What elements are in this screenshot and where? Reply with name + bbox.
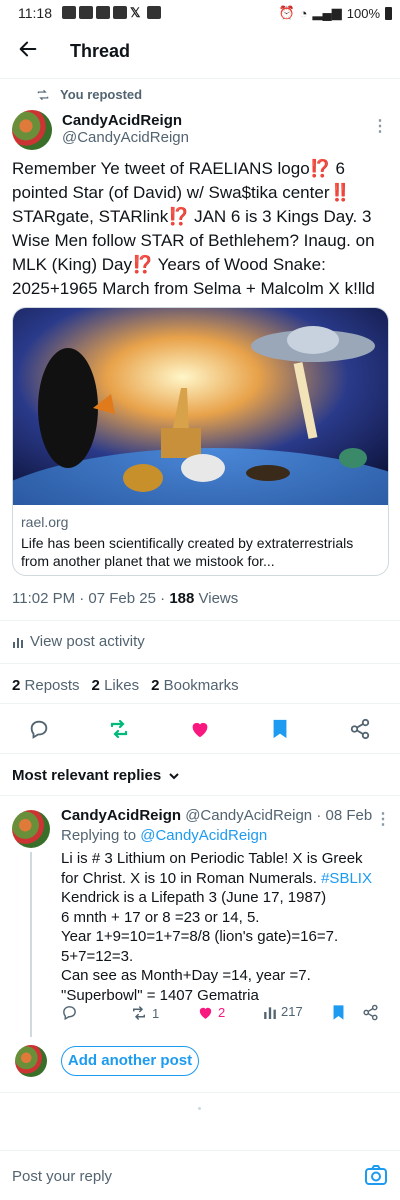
status-time: 11:18 [18, 5, 52, 21]
reply-icon[interactable] [27, 717, 51, 741]
views-count: 188 [169, 590, 195, 607]
view-post-activity[interactable]: View post activity [12, 633, 145, 650]
x-logo-icon: 𝕏 [130, 5, 141, 20]
bookmarks-stat[interactable]: 2 Bookmarks [151, 677, 239, 694]
repost-icon[interactable] [107, 717, 131, 741]
reply-input[interactable]: Post your reply [12, 1168, 112, 1185]
reply-repost-count: 1 [152, 1005, 160, 1021]
views-label: Views [194, 590, 239, 607]
hashtag-link[interactable]: #SBLIX [321, 870, 372, 887]
repost-label: You reposted [60, 87, 143, 102]
reply-author-name[interactable]: CandyAcidReign [61, 807, 181, 824]
status-bar: 11:18 𝕏 ⏰ ◔ ▂▄▆ 100% [0, 0, 400, 26]
camera-icon[interactable] [364, 1163, 388, 1187]
reply-repost-button[interactable]: 1 [130, 1004, 159, 1022]
youtube-icon [96, 6, 110, 19]
alarm-icon: ⏰ [278, 5, 295, 20]
post-text: Remember Ye tweet of RAELIANS logo⁉️ 6 p… [12, 159, 375, 298]
repost-indicator: You reposted [36, 87, 142, 102]
link-card[interactable]: rael.org Life has been scientifically cr… [12, 307, 389, 576]
share-icon[interactable] [348, 717, 372, 741]
divider [0, 703, 400, 704]
reply-like-count: 2 [218, 1005, 226, 1020]
divider [0, 663, 400, 664]
reply-author-handle[interactable]: @CandyAcidReign · 08 Feb [185, 807, 372, 824]
replies-sort-dropdown[interactable]: Most relevant replies [12, 767, 181, 784]
page-title: Thread [70, 41, 131, 61]
like-icon[interactable] [188, 717, 212, 741]
reply-action-bar: 1 2 217 [0, 1004, 400, 1026]
signal-icon: ▂▄▆ [312, 5, 342, 20]
post-timestamp: 11:02 PM · 07 Feb 25 · 188 Views [12, 590, 238, 607]
loading-dot [198, 1107, 201, 1110]
wifi-icon: ◔ [299, 5, 308, 21]
youtube-icon [147, 6, 161, 19]
share-icon [363, 1004, 378, 1021]
divider [0, 1150, 400, 1151]
reply-reply-button[interactable] [61, 1004, 78, 1021]
engagement-stats: 2 Reposts 2 Likes 2 Bookmarks [12, 677, 239, 694]
my-avatar[interactable] [15, 1045, 47, 1077]
top-bar: Thread [0, 26, 400, 78]
battery-icon [385, 6, 392, 20]
view-activity-label: View post activity [30, 633, 145, 650]
reply-bookmark-button[interactable] [331, 1004, 346, 1021]
author-name[interactable]: CandyAcidReign [62, 112, 182, 129]
reply-more-options-icon[interactable]: ⋮ [375, 809, 391, 829]
divider [0, 753, 400, 754]
reply-header: CandyAcidReign @CandyAcidReign · 08 Feb [61, 807, 372, 824]
timestamp: 11:02 PM · 07 Feb 25 · [12, 590, 170, 607]
action-bar [0, 717, 400, 743]
bookmark-icon[interactable] [268, 717, 292, 741]
card-description: Life has been scientifically created by … [21, 535, 354, 569]
more-options-icon[interactable]: ⋮ [372, 116, 388, 136]
card-domain: rael.org [21, 514, 69, 530]
youtube-icon [79, 6, 93, 19]
chevron-down-icon [169, 772, 179, 779]
notification-icons: 𝕏 [62, 6, 161, 19]
repost-icon [37, 89, 49, 100]
like-icon [199, 1007, 212, 1019]
reply-text: Li is # 3 Lithium on Periodic Table! X i… [61, 850, 372, 1004]
replying-to: Replying to @CandyAcidReign [61, 827, 268, 844]
replying-to-link[interactable]: @CandyAcidReign [140, 827, 267, 844]
author-handle[interactable]: @CandyAcidReign [62, 129, 189, 146]
card-image [13, 308, 388, 505]
repost-icon [133, 1006, 145, 1020]
divider [0, 78, 400, 79]
analytics-icon [13, 637, 23, 648]
divider [0, 1092, 400, 1093]
reply-views-button[interactable]: 217 [263, 1004, 303, 1019]
replies-sort-label: Most relevant replies [12, 767, 162, 784]
likes-stat[interactable]: 2 Likes [92, 677, 140, 694]
reply-icon [63, 1006, 76, 1021]
back-arrow-icon[interactable] [14, 38, 42, 66]
add-another-post-button[interactable]: Add another post [61, 1046, 199, 1076]
divider [0, 620, 400, 621]
battery-level: 100% [346, 5, 380, 21]
bookmark-icon [333, 1005, 344, 1020]
system-icons: ⏰ ◔ ▂▄▆ 100% [278, 5, 392, 21]
reply-share-button[interactable] [362, 1004, 379, 1021]
divider [0, 795, 400, 796]
reply-avatar[interactable] [12, 810, 50, 848]
analytics-icon [264, 1006, 276, 1019]
reply-views-count: 217 [281, 1004, 303, 1019]
reposts-stat[interactable]: 2 Reposts [12, 677, 80, 694]
youtube-icon [113, 6, 127, 19]
reply-like-button[interactable]: 2 [197, 1004, 225, 1021]
message-icon [62, 6, 76, 19]
avatar[interactable] [12, 110, 52, 150]
